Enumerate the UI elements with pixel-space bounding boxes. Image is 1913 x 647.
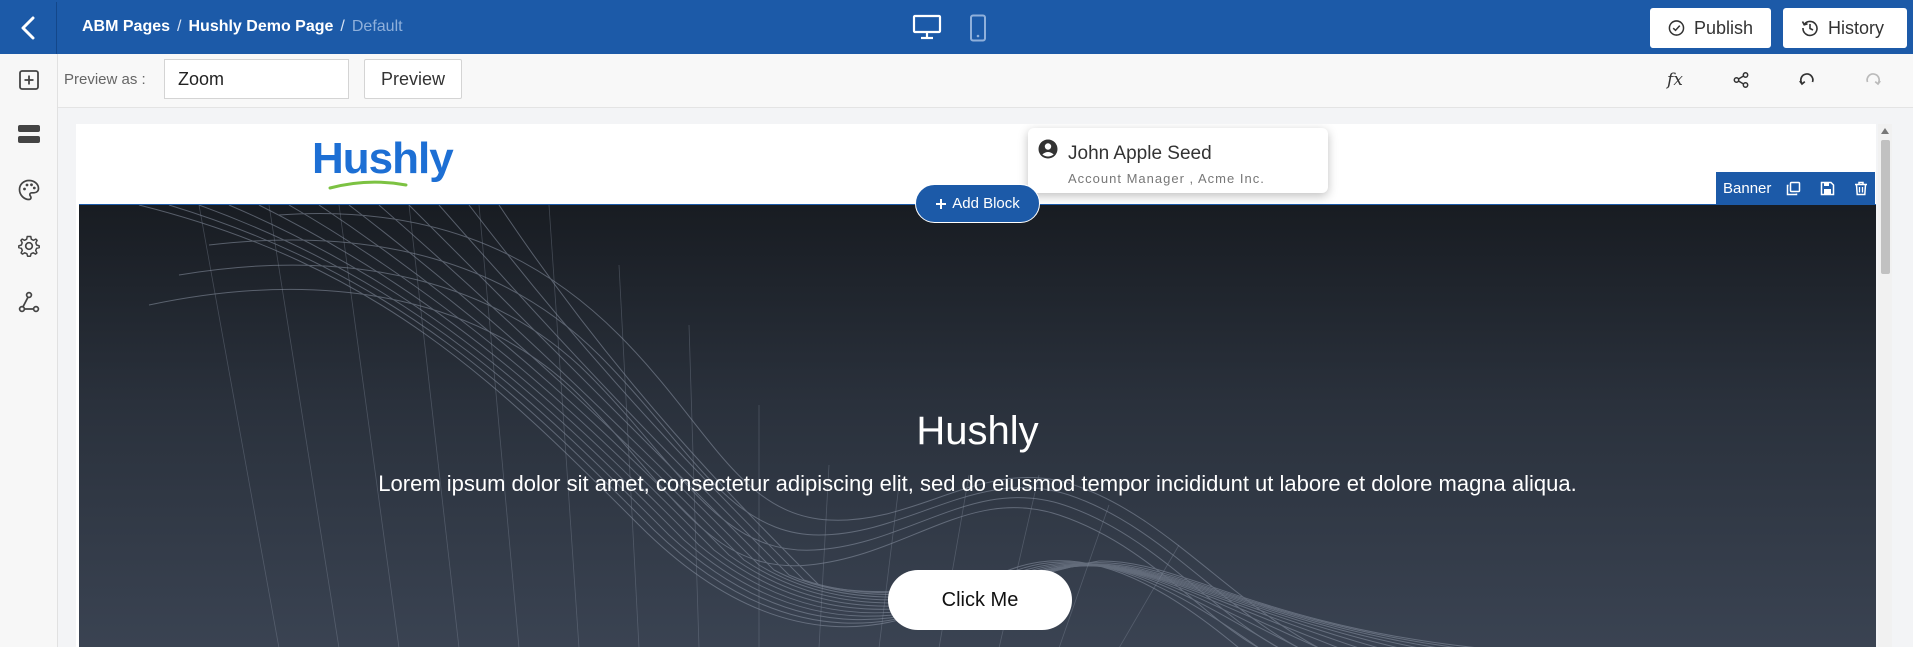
user-avatar-icon	[1038, 139, 1058, 159]
back-button[interactable]	[0, 2, 57, 54]
share-button[interactable]	[1724, 63, 1758, 97]
top-bar: ABM Pages / Hushly Demo Page / Default P…	[0, 0, 1913, 54]
mobile-view-toggle[interactable]	[968, 14, 988, 42]
banner-cta-button[interactable]: Click Me	[888, 570, 1072, 630]
breadcrumb-demo-page[interactable]: Hushly Demo Page	[188, 18, 333, 36]
scroll-up-arrow-icon[interactable]	[1881, 128, 1889, 134]
hushly-logo: Hushly	[312, 134, 454, 183]
breadcrumb-current-variant: Default	[351, 18, 403, 35]
block-type-label: Banner	[1723, 179, 1772, 197]
chevron-left-icon	[21, 16, 35, 40]
history-label: History	[1828, 17, 1885, 38]
save-icon	[1820, 181, 1835, 195]
desktop-view-toggle[interactable]	[912, 14, 942, 40]
preview-as-select[interactable]: Zoom	[164, 59, 349, 99]
check-circle-icon	[1668, 20, 1685, 36]
breadcrumb-abm-pages[interactable]: ABM Pages	[82, 18, 170, 36]
history-icon	[1801, 20, 1818, 37]
banner-text: Lorem ipsum dolor sit amet, consectetur …	[378, 471, 1577, 496]
banner-section[interactable]: Hushly Lorem ipsum dolor sit amet, conse…	[79, 204, 1876, 647]
left-sidebar	[0, 54, 58, 647]
add-block-button[interactable]: Add Block	[915, 184, 1040, 223]
plus-icon	[936, 198, 947, 209]
trash-icon	[1855, 181, 1868, 195]
breadcrumb-separator: /	[340, 18, 345, 35]
redo-icon	[1866, 73, 1881, 86]
preview-button[interactable]: Preview	[364, 59, 462, 99]
settings-icon	[18, 235, 40, 257]
copy-icon	[1786, 181, 1801, 195]
undo-icon	[1799, 73, 1814, 86]
add-square-icon	[19, 70, 39, 90]
block-toolbar: Banner	[1716, 172, 1875, 204]
banner-title: Hushly	[916, 409, 1039, 453]
theme-button[interactable]	[11, 172, 47, 208]
sections-button[interactable]	[11, 116, 47, 152]
preview-as-label: Preview as :	[64, 71, 146, 88]
profile-subtitle: Account Manager , Acme Inc.	[1068, 171, 1265, 186]
breadcrumb-separator: /	[177, 18, 182, 35]
flow-icon	[18, 291, 40, 313]
add-block-label: Add Block	[952, 195, 1020, 212]
layers-icon	[18, 125, 40, 143]
redo-button[interactable]	[1856, 63, 1890, 97]
preview-toolbar: Preview as : Zoom Preview fx	[58, 54, 1913, 108]
publish-button[interactable]: Publish	[1650, 8, 1771, 48]
logo-swoosh-icon	[328, 180, 408, 190]
publish-label: Publish	[1693, 17, 1753, 38]
save-block-button[interactable]	[1815, 176, 1839, 200]
profile-name: John Apple Seed	[1068, 143, 1212, 164]
share-icon	[1733, 72, 1749, 88]
undo-button[interactable]	[1790, 63, 1824, 97]
settings-button[interactable]	[11, 228, 47, 264]
breadcrumb: ABM Pages / Hushly Demo Page / Default	[82, 0, 403, 54]
history-button[interactable]: History	[1783, 8, 1907, 48]
workflow-button[interactable]	[11, 284, 47, 320]
scroll-thumb[interactable]	[1881, 140, 1890, 274]
visitor-profile-card: John Apple Seed Account Manager , Acme I…	[1028, 128, 1328, 193]
delete-block-button[interactable]	[1849, 176, 1873, 200]
mobile-icon	[970, 14, 986, 42]
desktop-icon	[912, 14, 942, 40]
canvas-scrollbar[interactable]	[1878, 124, 1892, 647]
duplicate-block-button[interactable]	[1781, 176, 1805, 200]
palette-icon	[18, 179, 40, 201]
add-element-button[interactable]	[11, 62, 47, 98]
fx-icon[interactable]: fx	[1658, 63, 1692, 97]
